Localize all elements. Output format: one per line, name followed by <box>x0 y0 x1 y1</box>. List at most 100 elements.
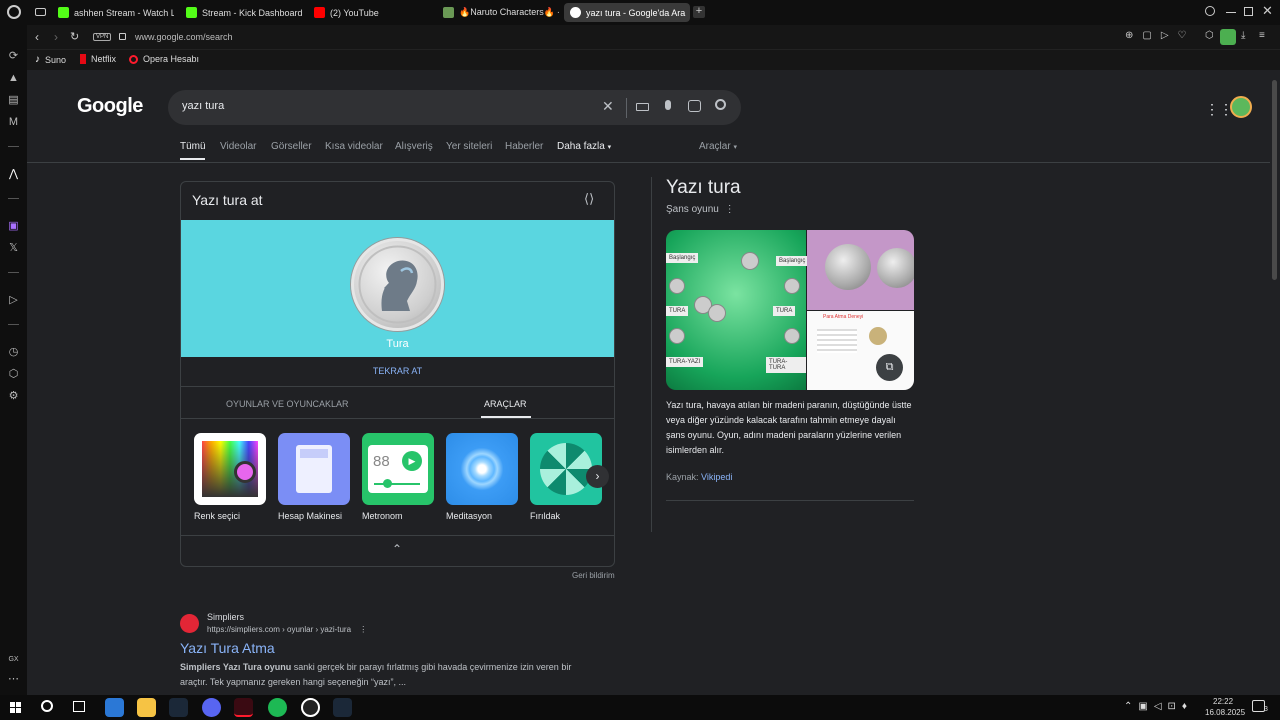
crypto-wallet-icon[interactable]: ▤ <box>7 94 20 107</box>
result-options-icon[interactable]: ⋮ <box>359 625 367 634</box>
nav-tab-short-videos[interactable]: Kısa videolar <box>325 141 383 152</box>
bookmark-netflix[interactable]: Netflix <box>80 54 116 64</box>
aria-icon[interactable]: ▲ <box>7 72 20 85</box>
source-link[interactable]: Vikipedi <box>701 472 732 482</box>
search-icon[interactable] <box>715 99 726 110</box>
nav-tab-news[interactable]: Haberler <box>505 141 543 152</box>
tab-youtube[interactable]: (2) YouTube <box>308 3 428 22</box>
maximize-icon[interactable] <box>1244 7 1253 16</box>
search-input[interactable]: yazı tura <box>182 100 224 112</box>
coin-photo <box>825 244 871 290</box>
mail-icon[interactable]: M <box>7 116 20 129</box>
flip-again-button[interactable]: TEKRAR AT <box>181 366 614 376</box>
nav-tab-more[interactable]: Daha fazla ▾ <box>557 141 611 152</box>
nav-tab-shopping[interactable]: Alışveriş <box>395 141 433 152</box>
extensions-puzzle-icon[interactable]: ⬡ <box>1205 30 1214 41</box>
bookmark-suno[interactable]: ♪ Suno <box>35 54 66 65</box>
mail-app-icon[interactable] <box>105 698 124 717</box>
tab-google-search[interactable]: yazı tura - Google'da Ara <box>564 3 690 22</box>
twitch-icon[interactable]: ▣ <box>7 220 20 233</box>
subtab-games-toys[interactable]: OYUNLAR VE OYUNCAKLAR <box>226 399 349 409</box>
back-icon[interactable]: ‹ <box>35 30 39 44</box>
extensions-icon[interactable]: ⬡ <box>7 368 20 381</box>
taskbar-search-icon[interactable] <box>41 700 53 712</box>
tools-next-button[interactable]: › <box>586 465 609 488</box>
collapse-chevron-icon[interactable]: ⌃ <box>392 542 402 556</box>
minimize-icon[interactable] <box>1226 12 1236 13</box>
more-icon[interactable]: ⋯ <box>7 673 20 686</box>
nav-tab-videos[interactable]: Videolar <box>220 141 257 152</box>
file-explorer-icon[interactable] <box>137 698 156 717</box>
feedback-link[interactable]: Geri bildirim <box>572 571 615 580</box>
experiment-image[interactable]: Para Atma Deneyi ⧉ <box>807 311 914 390</box>
discord-icon[interactable] <box>202 698 221 717</box>
opera-logo-icon[interactable] <box>7 5 21 19</box>
profile-avatar-icon[interactable] <box>1220 29 1236 45</box>
windows-start-icon[interactable] <box>10 702 21 713</box>
result-site-name[interactable]: Simpliers <box>207 612 244 622</box>
clock-date[interactable]: 16.08.2025 <box>1205 708 1245 717</box>
scrollbar-thumb[interactable] <box>1272 80 1277 280</box>
tools-dropdown[interactable]: Araçlar ▾ <box>699 141 737 152</box>
color-picker-tile[interactable] <box>194 433 266 505</box>
result-url[interactable]: https://simpliers.com › oyunlar › yazi-t… <box>207 625 367 634</box>
coin-display[interactable]: Tura <box>181 220 614 357</box>
coins-photo-image[interactable] <box>807 230 914 310</box>
steam-icon[interactable] <box>169 698 188 717</box>
download-icon[interactable]: ⤓ <box>1241 30 1245 41</box>
knowledge-panel-images[interactable]: Başlangıç Başlangıç TURA TURA TURA-YAZI … <box>666 230 914 390</box>
site-favicon[interactable] <box>180 614 199 633</box>
metronome-tile[interactable]: 88 ▶ <box>362 433 434 505</box>
apps-grid-icon[interactable]: ⋮⋮ <box>1205 101 1233 118</box>
gx-icon[interactable]: GX <box>7 653 20 666</box>
search-box[interactable]: yazı tura ✕ <box>168 90 741 125</box>
chrome-like-icon[interactable] <box>301 698 320 717</box>
vpn-badge[interactable]: VPN <box>93 33 112 41</box>
diagram-image[interactable]: Başlangıç Başlangıç TURA TURA TURA-YAZI … <box>666 230 809 390</box>
forward-icon[interactable]: › <box>54 30 58 44</box>
new-tab-button[interactable]: + <box>693 6 705 18</box>
subtab-tools[interactable]: ARAÇLAR <box>484 399 527 409</box>
system-tray-icons[interactable]: ⌃▣◁⊡♦ <box>1124 701 1193 712</box>
nav-tab-all[interactable]: Tümü <box>180 141 206 152</box>
bookmark-opera-account[interactable]: Opera Hesabı <box>129 54 199 64</box>
tab-naruto[interactable]: 🔥Naruto Characters🔥 - <box>437 3 559 22</box>
meditation-tile[interactable] <box>446 433 518 505</box>
result-title-link[interactable]: Yazı Tura Atma <box>180 640 275 656</box>
coin-image[interactable] <box>351 238 444 331</box>
calculator-tile[interactable] <box>278 433 350 505</box>
close-window-icon[interactable]: ✕ <box>1262 3 1273 19</box>
image-search-icon[interactable]: ⧉ <box>876 354 903 381</box>
lens-camera-icon[interactable] <box>688 100 701 112</box>
easy-setup-icon[interactable]: ≡ <box>1259 30 1265 41</box>
share-icon[interactable]: ⟨⟩ <box>584 191 594 207</box>
lock-icon[interactable] <box>119 33 126 40</box>
clear-icon[interactable]: ✕ <box>602 98 614 115</box>
nav-tab-places[interactable]: Yer siteleri <box>446 141 492 152</box>
microphone-icon[interactable] <box>665 100 671 110</box>
aria-ai-icon[interactable]: ⋀ <box>7 168 20 181</box>
tab-kick-stream[interactable]: ashhen Stream - Watch L <box>52 3 174 22</box>
spotify-icon[interactable] <box>268 698 287 717</box>
more-options-icon[interactable]: ⋮ <box>725 204 735 215</box>
url-field[interactable]: www.google.com/search <box>135 32 233 42</box>
settings-gear-icon[interactable]: ⚙ <box>7 390 20 403</box>
search-tabs-icon[interactable] <box>1205 6 1215 16</box>
steam-app-icon[interactable] <box>333 698 352 717</box>
clock-time[interactable]: 22:22 <box>1213 697 1233 706</box>
reload-icon[interactable]: ↻ <box>70 30 79 43</box>
task-view-icon[interactable] <box>73 701 85 712</box>
x-twitter-icon[interactable]: 𝕏 <box>7 242 20 255</box>
google-logo[interactable]: Google <box>77 95 143 118</box>
google-icon <box>570 7 581 18</box>
player-icon[interactable]: ▷ <box>7 294 20 307</box>
keyboard-icon[interactable] <box>636 103 649 111</box>
history-icon[interactable]: ◷ <box>7 346 20 359</box>
account-avatar[interactable] <box>1230 96 1252 118</box>
tab-overview-icon[interactable] <box>35 8 46 16</box>
nav-tab-images[interactable]: Görseller <box>271 141 312 152</box>
page-scrollbar[interactable] <box>1270 70 1280 695</box>
tab-kick-dashboard[interactable]: Stream - Kick Dashboard <box>180 3 305 22</box>
opera-gx-icon[interactable] <box>234 698 253 717</box>
refresh-ai-icon[interactable]: ⟳ <box>7 50 20 63</box>
